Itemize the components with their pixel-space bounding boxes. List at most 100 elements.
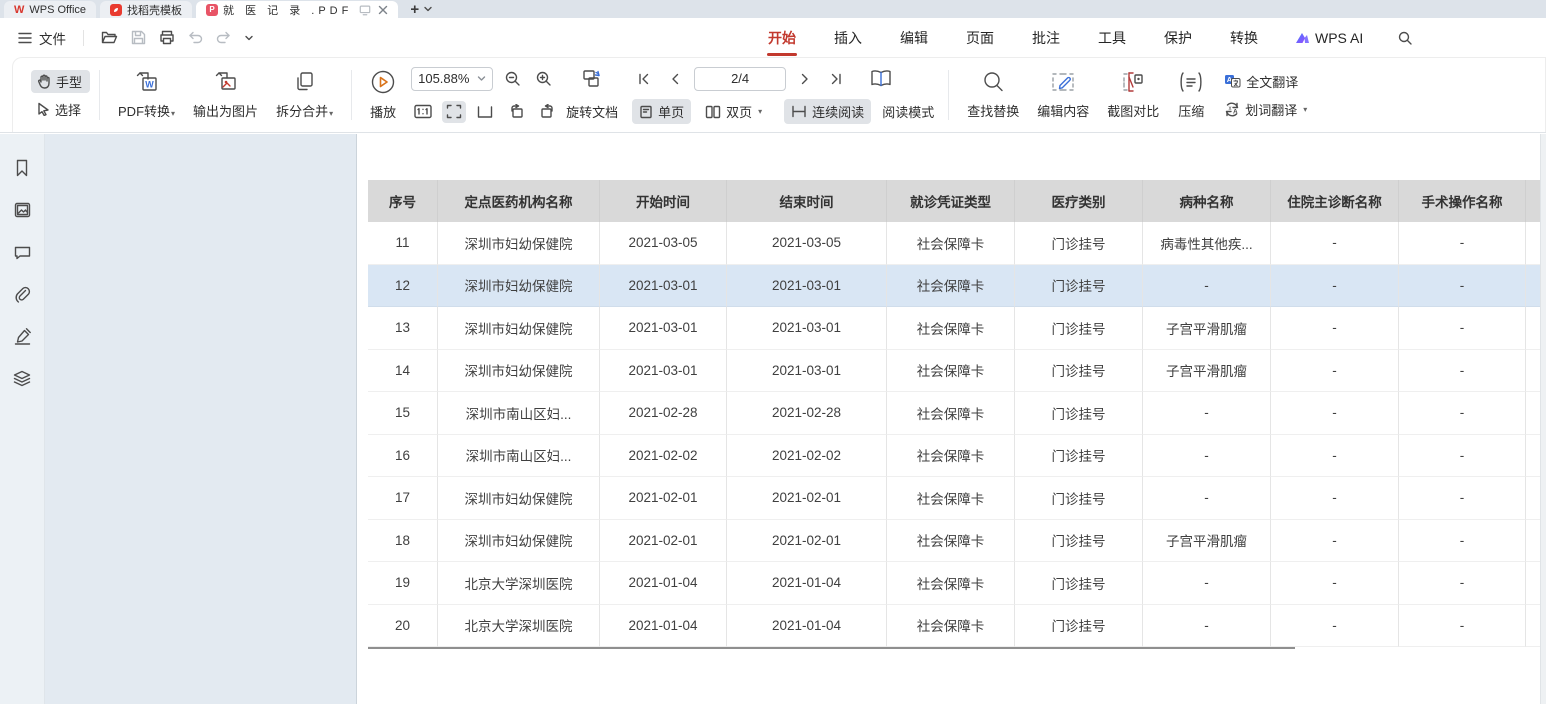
main-menu-icon[interactable] xyxy=(18,32,32,44)
fit-width-button[interactable] xyxy=(473,101,497,123)
table-row[interactable]: 16深圳市南山区妇...2021-02-022021-02-02社会保障卡门诊挂… xyxy=(368,435,1546,478)
zoom-in-button[interactable] xyxy=(531,68,555,90)
print-icon[interactable] xyxy=(159,30,175,45)
table-cell: - xyxy=(1271,562,1399,605)
play-slideshow-button[interactable]: 播放 xyxy=(361,67,405,123)
quick-access-chevron-icon[interactable] xyxy=(244,34,254,42)
export-as-image-button[interactable]: 输出为图片 xyxy=(184,68,267,122)
close-tab-icon[interactable] xyxy=(378,5,388,15)
tab-docer-templates[interactable]: 找稻壳模板 xyxy=(100,1,192,18)
menu-tab-page[interactable]: 页面 xyxy=(964,20,996,56)
split-merge-button[interactable]: 拆分合并▾ xyxy=(267,68,342,122)
find-replace-button[interactable]: 查找替换 xyxy=(958,68,1028,122)
table-body: 11深圳市妇幼保健院2021-03-052021-03-05社会保障卡门诊挂号病… xyxy=(368,222,1546,647)
menu-tab-tools[interactable]: 工具 xyxy=(1096,20,1128,56)
table-row[interactable]: 12深圳市妇幼保健院2021-03-012021-03-01社会保障卡门诊挂号-… xyxy=(368,265,1546,308)
viewer-gutter[interactable] xyxy=(45,134,357,704)
table-cell: - xyxy=(1271,520,1399,563)
edit-content-button[interactable]: 编辑内容 xyxy=(1028,68,1098,122)
table-row[interactable]: 15深圳市南山区妇...2021-02-282021-02-28社会保障卡门诊挂… xyxy=(368,392,1546,435)
table-cell: 社会保障卡 xyxy=(887,562,1015,605)
file-menu[interactable]: 文件 xyxy=(39,28,66,48)
table-cell: 2021-03-05 xyxy=(600,222,727,265)
docer-icon xyxy=(110,4,122,16)
single-page-mode-button[interactable]: 单页 xyxy=(632,99,691,124)
menu-tab-insert[interactable]: 插入 xyxy=(832,20,864,56)
select-tool-button[interactable]: 选择 xyxy=(31,98,90,121)
menu-tab-protect[interactable]: 保护 xyxy=(1162,20,1194,56)
pdf-convert-button[interactable]: W PDF转换▾ xyxy=(109,68,184,122)
next-page-button[interactable] xyxy=(793,68,817,90)
actual-size-button[interactable] xyxy=(411,101,435,123)
tab-wps-office[interactable]: W WPS Office xyxy=(4,1,96,18)
bookmarks-panel-button[interactable] xyxy=(12,158,32,178)
rotate-pages-button[interactable] xyxy=(580,68,604,90)
first-page-button[interactable] xyxy=(632,68,656,90)
table-row[interactable]: 19北京大学深圳医院2021-01-042021-01-04社会保障卡门诊挂号-… xyxy=(368,562,1546,605)
menu-tab-wps-ai[interactable]: WPS AI xyxy=(1294,30,1363,46)
compress-button[interactable]: 压缩 xyxy=(1168,68,1214,122)
page-number-input[interactable]: 2/4 xyxy=(694,67,786,91)
double-page-mode-button[interactable]: 双页▾ xyxy=(698,99,769,124)
zoom-out-button[interactable] xyxy=(500,68,524,90)
layers-panel-button[interactable] xyxy=(12,368,32,388)
signature-panel-button[interactable] xyxy=(12,326,32,346)
attachments-panel-button[interactable] xyxy=(12,284,32,304)
table-cell: 门诊挂号 xyxy=(1015,392,1143,435)
thumbnails-panel-button[interactable] xyxy=(12,200,32,220)
rotate-right-button[interactable] xyxy=(535,101,559,123)
zoom-level-select[interactable]: 105.88% xyxy=(411,67,493,91)
menu-tab-home[interactable]: 开始 xyxy=(766,20,798,56)
screenshot-compare-button[interactable]: 截图对比 xyxy=(1098,68,1168,122)
table-header-row: 序号定点医药机构名称开始时间结束时间就诊凭证类型医疗类别病种名称住院主诊断名称手… xyxy=(368,180,1546,222)
table-cell: 13 xyxy=(368,307,438,350)
rotate-left-button[interactable] xyxy=(504,101,528,123)
menu-tab-convert[interactable]: 转换 xyxy=(1228,20,1260,56)
wps-ai-logo-icon xyxy=(1294,31,1310,45)
pdf-page[interactable]: 序号定点医药机构名称开始时间结束时间就诊凭证类型医疗类别病种名称住院主诊断名称手… xyxy=(357,134,1546,704)
read-mode-label[interactable]: 阅读模式 xyxy=(882,102,934,121)
vertical-scrollbar[interactable] xyxy=(1540,134,1546,704)
table-cell: 深圳市妇幼保健院 xyxy=(438,265,600,308)
table-row[interactable]: 14深圳市妇幼保健院2021-03-012021-03-01社会保障卡门诊挂号子… xyxy=(368,350,1546,393)
read-mode-book-button[interactable] xyxy=(869,68,893,90)
table-cell: 2021-03-01 xyxy=(727,265,887,308)
present-to-screen-icon[interactable] xyxy=(359,4,371,16)
save-icon[interactable] xyxy=(131,30,146,45)
rotate-document-label[interactable]: 旋转文档 xyxy=(566,102,618,121)
table-row[interactable]: 18深圳市妇幼保健院2021-02-012021-02-01社会保障卡门诊挂号子… xyxy=(368,520,1546,563)
table-row[interactable]: 11深圳市妇幼保健院2021-03-052021-03-05社会保障卡门诊挂号病… xyxy=(368,222,1546,265)
full-text-translate-button[interactable]: A 全文翻译 xyxy=(1218,70,1315,93)
continuous-read-button[interactable]: 连续阅读 xyxy=(784,99,871,124)
column-header: 定点医药机构名称 xyxy=(438,180,600,222)
table-cell: 2021-02-01 xyxy=(727,477,887,520)
menu-tab-edit[interactable]: 编辑 xyxy=(898,20,930,56)
menu-tab-annotate[interactable]: 批注 xyxy=(1030,20,1062,56)
table-cell: 17 xyxy=(368,477,438,520)
comments-panel-button[interactable] xyxy=(12,242,32,262)
column-header: 序号 xyxy=(368,180,438,222)
hand-tool-button[interactable]: 手型 xyxy=(31,70,90,93)
table-cell: 北京大学深圳医院 xyxy=(438,562,600,605)
table-cell: 社会保障卡 xyxy=(887,222,1015,265)
fit-page-button[interactable] xyxy=(442,101,466,123)
table-row[interactable]: 13深圳市妇幼保健院2021-03-012021-03-01社会保障卡门诊挂号子… xyxy=(368,307,1546,350)
screenshot-compare-icon xyxy=(1120,70,1146,94)
previous-page-button[interactable] xyxy=(663,68,687,90)
undo-icon[interactable] xyxy=(188,31,203,44)
tab-list-chevron-icon[interactable] xyxy=(423,4,433,14)
word-translate-button[interactable]: xA 划词翻译▾ xyxy=(1218,98,1315,121)
menu-search-icon[interactable] xyxy=(1397,30,1413,46)
open-folder-icon[interactable] xyxy=(101,30,118,45)
new-tab-button[interactable]: + xyxy=(410,1,419,18)
table-row[interactable]: 17深圳市妇幼保健院2021-02-012021-02-01社会保障卡门诊挂号-… xyxy=(368,477,1546,520)
tab-document-pdf[interactable]: P 就 医 记 录 .PDF xyxy=(196,1,398,18)
table-cell: 2021-02-01 xyxy=(600,520,727,563)
table-cell: 2021-02-02 xyxy=(600,435,727,478)
redo-icon[interactable] xyxy=(216,31,231,44)
table-cell: 15 xyxy=(368,392,438,435)
table-row[interactable]: 20北京大学深圳医院2021-01-042021-01-04社会保障卡门诊挂号-… xyxy=(368,605,1546,648)
table-cell: 门诊挂号 xyxy=(1015,605,1143,648)
chevron-down-icon xyxy=(477,75,486,82)
last-page-button[interactable] xyxy=(824,68,848,90)
